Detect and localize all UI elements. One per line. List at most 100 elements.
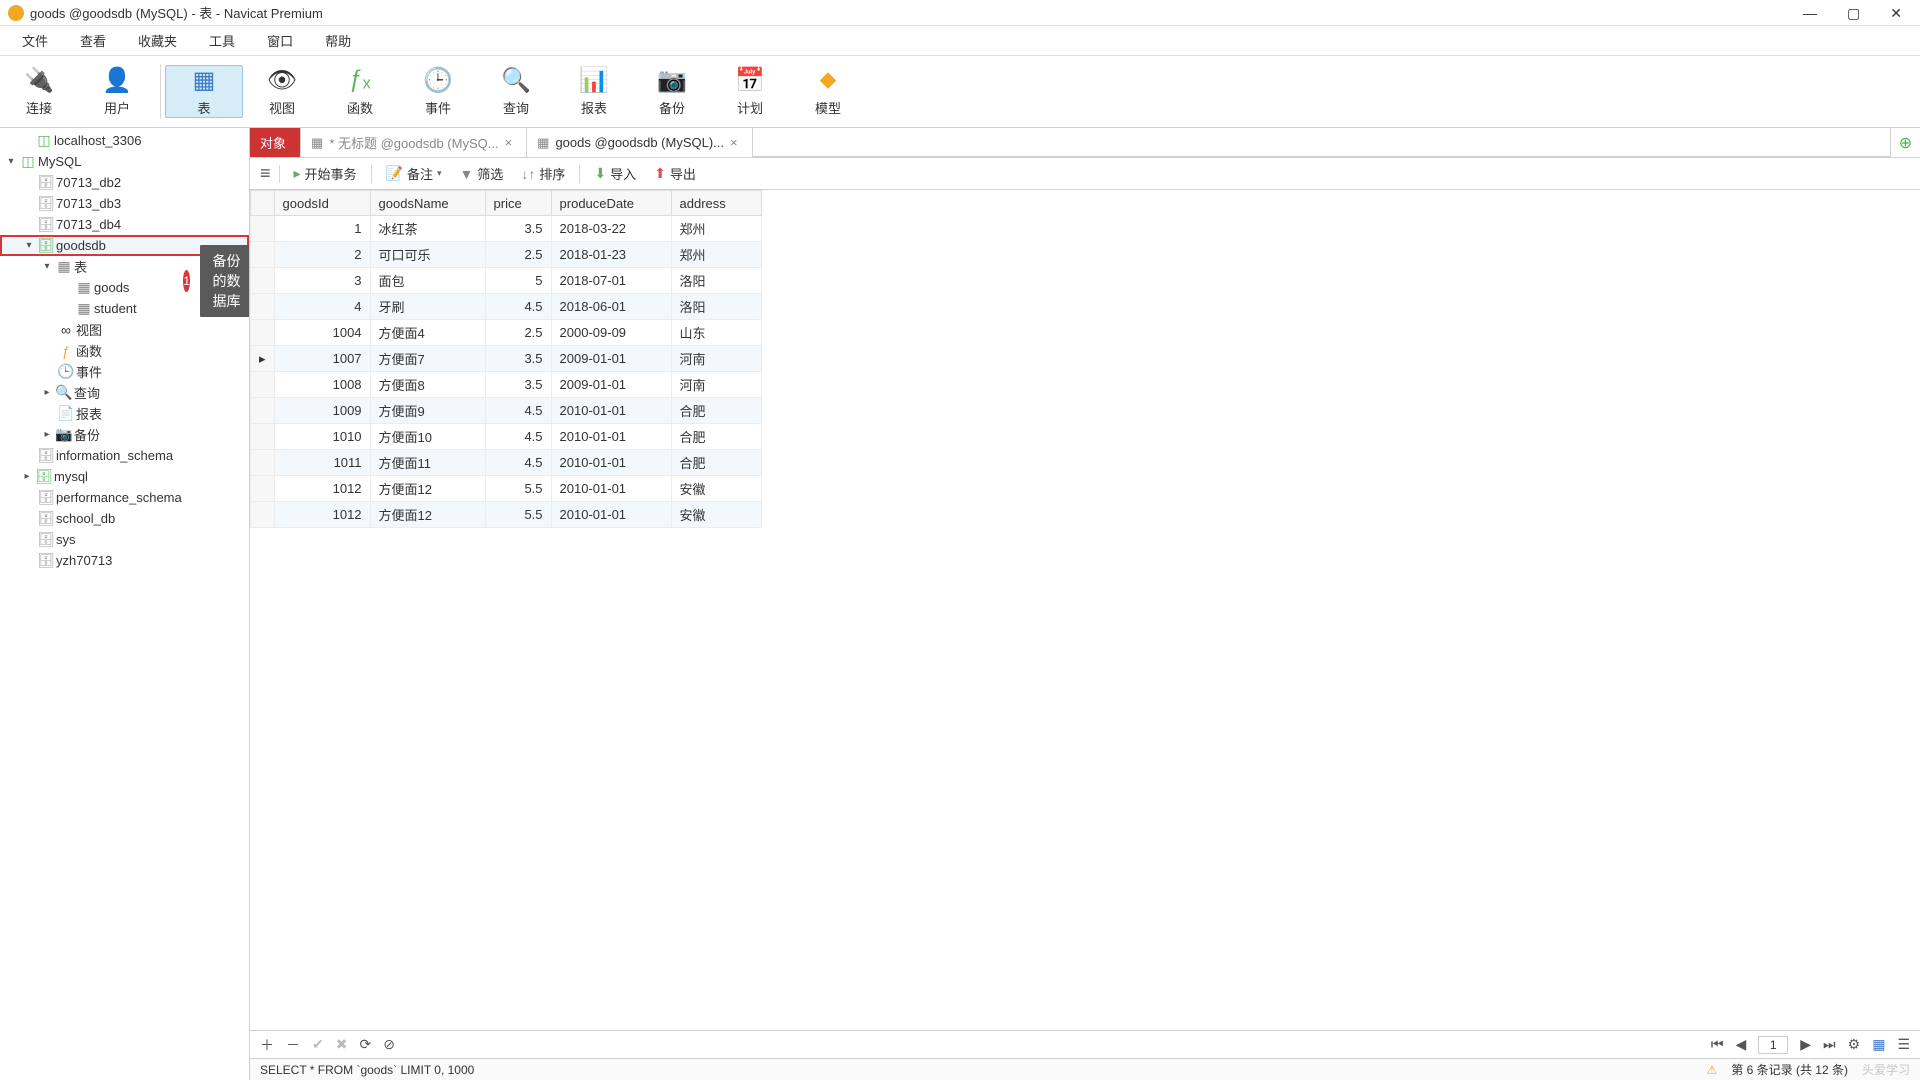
tree-db-yzh[interactable]: 🗄yzh70713 (0, 550, 249, 571)
cell-address[interactable]: 河南 (671, 346, 761, 372)
ribbon-user[interactable]: 👤用户 (78, 66, 156, 117)
page-input[interactable]: 1 (1758, 1036, 1788, 1054)
cell-goodsname[interactable]: 方便面8 (370, 372, 485, 398)
ribbon-backup[interactable]: 📷备份 (633, 66, 711, 117)
delete-row-button[interactable]: － (286, 1035, 300, 1055)
form-view-button[interactable]: ☰ (1897, 1036, 1910, 1053)
ribbon-schedule[interactable]: 📅计划 (711, 66, 789, 117)
menu-favorites[interactable]: 收藏夹 (122, 27, 193, 54)
tree-db-70713db4[interactable]: 🗄70713_db4 (0, 214, 249, 235)
cell-goodsname[interactable]: 方便面4 (370, 320, 485, 346)
cell-address[interactable]: 合肥 (671, 398, 761, 424)
cell-producedate[interactable]: 2000-09-09 (551, 320, 671, 346)
table-row[interactable]: 1004方便面42.52000-09-09山东 (251, 320, 762, 346)
table-row[interactable]: 1009方便面94.52010-01-01合肥 (251, 398, 762, 424)
row-selector[interactable] (251, 450, 275, 476)
cell-price[interactable]: 3.5 (485, 216, 551, 242)
cell-goodsname[interactable]: 方便面12 (370, 502, 485, 528)
cell-address[interactable]: 郑州 (671, 216, 761, 242)
col-producedate[interactable]: produceDate (551, 191, 671, 216)
tree-queries-node[interactable]: ▸🔍查询 (0, 382, 249, 403)
col-price[interactable]: price (485, 191, 551, 216)
row-selector[interactable] (251, 372, 275, 398)
tab-goods-table[interactable]: ▦goods @goodsdb (MySQL)...× (527, 128, 752, 157)
cell-producedate[interactable]: 2018-03-22 (551, 216, 671, 242)
menu-tools[interactable]: 工具 (193, 27, 251, 54)
tab-objects[interactable]: 对象 (250, 128, 301, 157)
cell-goodsid[interactable]: 1007 (274, 346, 370, 372)
ribbon-query[interactable]: 🔍查询 (477, 66, 555, 117)
col-goodsid[interactable]: goodsId (274, 191, 370, 216)
cancel-button[interactable]: ✖ (336, 1036, 348, 1053)
tab-add-button[interactable]: ⊕ (1890, 128, 1920, 157)
table-row[interactable]: 1010方便面104.52010-01-01合肥 (251, 424, 762, 450)
cell-goodsid[interactable]: 4 (274, 294, 370, 320)
row-selector[interactable] (251, 476, 275, 502)
tree-db-70713db3[interactable]: 🗄70713_db3 (0, 193, 249, 214)
sort-button[interactable]: ↓↑排序 (515, 161, 571, 186)
begin-transaction-button[interactable]: ▸开始事务 (288, 161, 363, 186)
memo-button[interactable]: 📝备注 (380, 161, 448, 186)
stop-button[interactable]: ⊘ (383, 1036, 395, 1053)
cell-price[interactable]: 3.5 (485, 372, 551, 398)
row-selector[interactable] (251, 398, 275, 424)
cell-goodsid[interactable]: 1009 (274, 398, 370, 424)
cell-address[interactable]: 洛阳 (671, 268, 761, 294)
cell-price[interactable]: 2.5 (485, 242, 551, 268)
cell-price[interactable]: 3.5 (485, 346, 551, 372)
tree-db-information-schema[interactable]: 🗄information_schema (0, 445, 249, 466)
table-row[interactable]: ▸1007方便面73.52009-01-01河南 (251, 346, 762, 372)
tree-db-school[interactable]: 🗄school_db (0, 508, 249, 529)
data-grid[interactable]: goodsId goodsName price produceDate addr… (250, 190, 762, 528)
cell-producedate[interactable]: 2010-01-01 (551, 450, 671, 476)
row-selector[interactable] (251, 242, 275, 268)
refresh-button[interactable]: ⟳ (359, 1036, 371, 1053)
cell-producedate[interactable]: 2010-01-01 (551, 502, 671, 528)
table-row[interactable]: 1012方便面125.52010-01-01安徽 (251, 476, 762, 502)
cell-price[interactable]: 5.5 (485, 476, 551, 502)
cell-goodsid[interactable]: 1012 (274, 502, 370, 528)
cell-goodsname[interactable]: 面包 (370, 268, 485, 294)
cell-producedate[interactable]: 2009-01-01 (551, 372, 671, 398)
cell-producedate[interactable]: 2018-06-01 (551, 294, 671, 320)
row-selector[interactable] (251, 216, 275, 242)
filter-button[interactable]: ▼筛选 (454, 161, 510, 186)
cell-goodsid[interactable]: 1012 (274, 476, 370, 502)
cell-goodsid[interactable]: 3 (274, 268, 370, 294)
menu-window[interactable]: 窗口 (251, 27, 309, 54)
import-button[interactable]: ⬇导入 (588, 161, 642, 186)
table-row[interactable]: 2可口可乐2.52018-01-23郑州 (251, 242, 762, 268)
cell-address[interactable]: 安徽 (671, 502, 761, 528)
tree-reports-node[interactable]: 📄报表 (0, 403, 249, 424)
menu-icon[interactable]: ≡ (260, 163, 271, 184)
tree-conn-mysql[interactable]: ▾◫MySQL (0, 151, 249, 172)
cell-goodsname[interactable]: 冰红茶 (370, 216, 485, 242)
cell-producedate[interactable]: 2010-01-01 (551, 424, 671, 450)
cell-producedate[interactable]: 2010-01-01 (551, 476, 671, 502)
row-selector[interactable] (251, 294, 275, 320)
cell-producedate[interactable]: 2009-01-01 (551, 346, 671, 372)
first-page-button[interactable]: ⏮ (1711, 1036, 1724, 1053)
cell-price[interactable]: 4.5 (485, 398, 551, 424)
row-selector[interactable] (251, 320, 275, 346)
last-page-button[interactable]: ⏭ (1823, 1036, 1836, 1053)
ribbon-event[interactable]: 🕒事件 (399, 66, 477, 117)
cell-address[interactable]: 郑州 (671, 242, 761, 268)
prev-page-button[interactable]: ◀ (1735, 1036, 1746, 1053)
col-goodsname[interactable]: goodsName (370, 191, 485, 216)
table-row[interactable]: 4牙刷4.52018-06-01洛阳 (251, 294, 762, 320)
cell-goodsid[interactable]: 2 (274, 242, 370, 268)
tree-db-performance-schema[interactable]: 🗄performance_schema (0, 487, 249, 508)
maximize-button[interactable]: ▢ (1847, 6, 1860, 20)
add-row-button[interactable]: ＋ (260, 1035, 274, 1055)
table-row[interactable]: 1011方便面114.52010-01-01合肥 (251, 450, 762, 476)
table-row[interactable]: 1冰红茶3.52018-03-22郑州 (251, 216, 762, 242)
grid-view-button[interactable]: ▦ (1872, 1036, 1885, 1053)
export-button[interactable]: ⬆导出 (648, 161, 702, 186)
menu-help[interactable]: 帮助 (309, 27, 367, 54)
ribbon-report[interactable]: 📊报表 (555, 66, 633, 117)
cell-goodsname[interactable]: 方便面12 (370, 476, 485, 502)
tree-events-node[interactable]: 🕒事件 (0, 361, 249, 382)
row-selector[interactable] (251, 268, 275, 294)
minimize-button[interactable]: — (1803, 6, 1817, 20)
